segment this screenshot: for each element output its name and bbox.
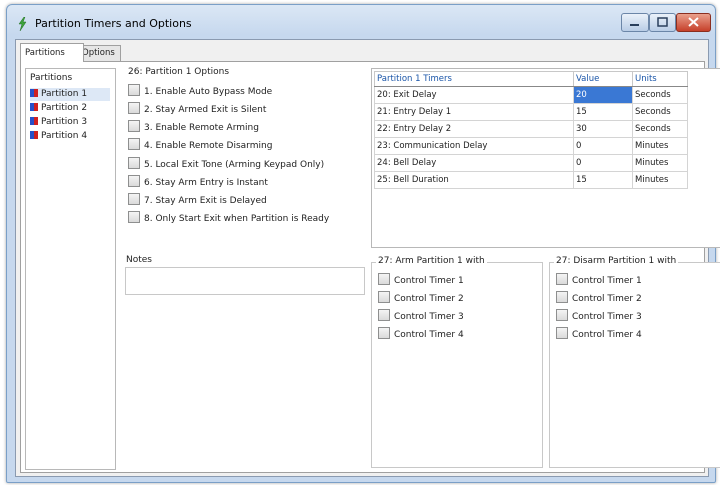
partitions-tab-page: Partitions Partition 1 Partition 2 Parti… [20, 61, 720, 473]
column-header-value[interactable]: Value [573, 71, 633, 87]
timer-value-cell[interactable]: 30 [573, 120, 633, 138]
timer-name-cell: 25: Bell Duration [374, 171, 574, 189]
partition-list-header: Partitions [30, 73, 73, 83]
checkbox-box[interactable] [556, 327, 568, 339]
close-icon [688, 17, 699, 27]
option-local-exit-tone-checkbox[interactable]: 5. Local Exit Tone (Arming Keypad Only) [128, 157, 324, 171]
table-row[interactable]: 20: Exit Delay 20 Seconds [374, 86, 688, 104]
app-icon [18, 17, 27, 31]
arm-control-timer-3-checkbox[interactable]: Control Timer 3 [378, 309, 464, 323]
timer-name-cell: 24: Bell Delay [374, 154, 574, 172]
timer-units-cell: Seconds [632, 120, 688, 138]
table-row[interactable]: 24: Bell Delay 0 Minutes [374, 154, 688, 172]
checkbox-box[interactable] [556, 291, 568, 303]
column-header-units[interactable]: Units [632, 71, 688, 87]
disarm-control-timer-1-checkbox[interactable]: Control Timer 1 [556, 273, 642, 287]
partition-options-group: 26: Partition 1 Options 1. Enable Auto B… [122, 67, 362, 246]
table-row[interactable]: 25: Bell Duration 15 Minutes [374, 171, 688, 189]
timers-table: Partition 1 Timers Value Units 20: Exit … [374, 71, 688, 189]
checkbox-box[interactable] [128, 84, 140, 96]
timer-value-cell[interactable]: 20 [573, 86, 633, 104]
checkbox-box[interactable] [556, 273, 568, 285]
partition-icon [30, 131, 38, 139]
checkbox-box[interactable] [378, 291, 390, 303]
arm-control-timer-1-checkbox[interactable]: Control Timer 1 [378, 273, 464, 287]
checkbox-box[interactable] [128, 193, 140, 205]
timer-value-cell[interactable]: 15 [573, 103, 633, 121]
table-row[interactable]: 21: Entry Delay 1 15 Seconds [374, 103, 688, 121]
arm-control-timer-4-checkbox[interactable]: Control Timer 4 [378, 327, 464, 341]
maximize-icon [657, 17, 668, 27]
title-bar[interactable]: Partition Timers and Options [7, 5, 715, 39]
checkbox-box[interactable] [378, 327, 390, 339]
option-stay-entry-instant-checkbox[interactable]: 6. Stay Arm Entry is Instant [128, 175, 268, 189]
partition-icon [30, 89, 38, 97]
notes-label: Notes [126, 255, 152, 265]
timer-units-cell: Minutes [632, 171, 688, 189]
checkbox-box[interactable] [556, 309, 568, 321]
arm-partition-title: 27: Arm Partition 1 with [376, 256, 487, 266]
timer-value-cell[interactable]: 15 [573, 171, 633, 189]
partition-icon [30, 103, 38, 111]
option-stay-armed-silent-checkbox[interactable]: 2. Stay Armed Exit is Silent [128, 102, 266, 116]
table-row[interactable]: 23: Communication Delay 0 Minutes [374, 137, 688, 155]
tab-partitions[interactable]: Partitions [20, 43, 84, 62]
maximize-button[interactable] [649, 13, 676, 32]
window: Partition Timers and Options Partitions … [6, 4, 720, 483]
partition-icon [30, 117, 38, 125]
checkbox-box[interactable] [128, 102, 140, 114]
partition-item-2[interactable]: Partition 2 [30, 102, 110, 115]
client-area: Partitions Options Partitions Partition … [15, 39, 720, 477]
arm-partition-group: 27: Arm Partition 1 with Control Timer 1… [371, 256, 543, 468]
table-row[interactable]: 22: Entry Delay 2 30 Seconds [374, 120, 688, 138]
minimize-icon [630, 24, 639, 26]
checkbox-box[interactable] [128, 175, 140, 187]
timer-name-cell: 22: Entry Delay 2 [374, 120, 574, 138]
checkbox-box[interactable] [128, 120, 140, 132]
option-stay-exit-delayed-checkbox[interactable]: 7. Stay Arm Exit is Delayed [128, 193, 267, 207]
partition-list[interactable]: Partitions Partition 1 Partition 2 Parti… [25, 68, 116, 470]
timer-units-cell: Minutes [632, 137, 688, 155]
column-header-name[interactable]: Partition 1 Timers [374, 71, 574, 87]
checkbox-box[interactable] [128, 211, 140, 223]
partition-item-1[interactable]: Partition 1 [30, 88, 110, 101]
partition-item-4[interactable]: Partition 4 [30, 130, 110, 143]
checkbox-box[interactable] [378, 273, 390, 285]
disarm-control-timer-2-checkbox[interactable]: Control Timer 2 [556, 291, 642, 305]
timer-value-cell[interactable]: 0 [573, 137, 633, 155]
disarm-partition-title: 27: Disarm Partition 1 with [554, 256, 679, 266]
table-header-row: Partition 1 Timers Value Units [374, 71, 688, 87]
arm-control-timer-2-checkbox[interactable]: Control Timer 2 [378, 291, 464, 305]
window-title: Partition Timers and Options [35, 17, 192, 30]
timer-units-cell: Seconds [632, 86, 688, 104]
checkbox-box[interactable] [378, 309, 390, 321]
timer-name-cell: 23: Communication Delay [374, 137, 574, 155]
notes-field[interactable] [125, 267, 365, 295]
timer-name-cell: 21: Entry Delay 1 [374, 103, 574, 121]
disarm-partition-group: 27: Disarm Partition 1 with Control Time… [549, 256, 720, 468]
checkbox-box[interactable] [128, 138, 140, 150]
option-remote-arming-checkbox[interactable]: 3. Enable Remote Arming [128, 120, 259, 134]
timer-units-cell: Seconds [632, 103, 688, 121]
checkbox-box[interactable] [128, 157, 140, 169]
timers-grid: Partition 1 Timers Value Units 20: Exit … [371, 68, 720, 248]
partition-item-3[interactable]: Partition 3 [30, 116, 110, 129]
timer-name-cell: 20: Exit Delay [374, 86, 574, 104]
close-button[interactable] [676, 13, 711, 32]
option-remote-disarming-checkbox[interactable]: 4. Enable Remote Disarming [128, 138, 272, 152]
disarm-control-timer-4-checkbox[interactable]: Control Timer 4 [556, 327, 642, 341]
minimize-button[interactable] [621, 13, 649, 32]
timer-units-cell: Minutes [632, 154, 688, 172]
timer-value-cell[interactable]: 0 [573, 154, 633, 172]
partition-options-title: 26: Partition 1 Options [126, 67, 232, 77]
disarm-control-timer-3-checkbox[interactable]: Control Timer 3 [556, 309, 642, 323]
option-exit-when-ready-checkbox[interactable]: 8. Only Start Exit when Partition is Rea… [128, 211, 329, 225]
option-auto-bypass-checkbox[interactable]: 1. Enable Auto Bypass Mode [128, 84, 272, 98]
